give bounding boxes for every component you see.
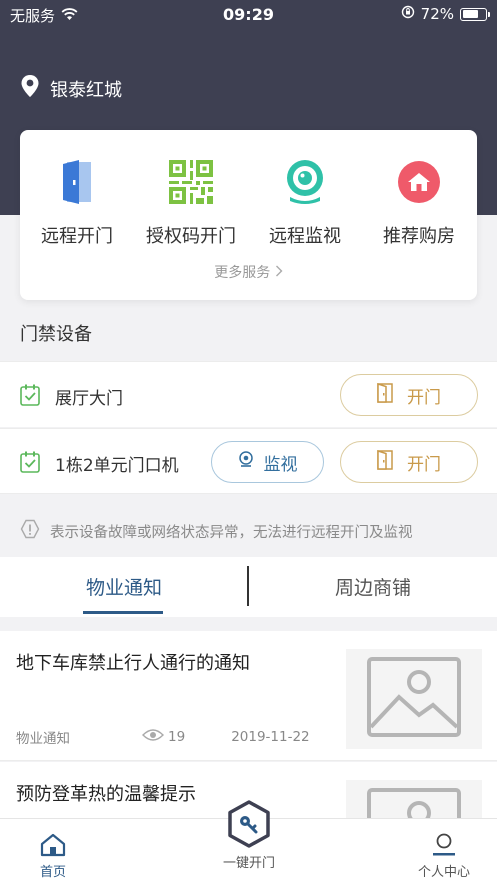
news-category: 物业通知: [16, 731, 70, 747]
door-icon: [53, 158, 101, 206]
webcam-icon: [281, 158, 329, 206]
device-ok-icon: [20, 451, 40, 477]
services-card: 远程开门 授权码开门 远程监视 推荐购房 更多服务: [20, 130, 477, 300]
battery-icon: [460, 7, 490, 21]
news-date: 2019-11-22: [231, 729, 310, 745]
news-title: 地下车库禁止行人通行的通知: [16, 653, 250, 674]
open-door-label: 开门: [407, 454, 441, 475]
news-title: 预防登革热的温馨提示: [16, 784, 196, 805]
location-name: 银泰红城: [50, 79, 122, 101]
image-placeholder-icon: [367, 657, 461, 741]
chevron-right-icon: [275, 265, 283, 281]
orientation-lock-icon: [401, 5, 415, 23]
service-remote-open[interactable]: 远程开门: [20, 158, 134, 248]
tabbar-home-label: 首页: [39, 865, 66, 880]
more-services-label: 更多服务: [214, 265, 271, 281]
tabbar-profile-label: 个人中心: [417, 865, 470, 880]
door-open-icon: [377, 382, 393, 408]
tabbar-key-label: 一键开门: [222, 856, 275, 871]
warning-icon: [20, 519, 40, 543]
tabbar-one-key-open[interactable]: 一键开门: [208, 852, 290, 871]
one-key-open-button[interactable]: [227, 800, 271, 848]
open-door-label: 开门: [407, 387, 441, 408]
status-bar: 无服务 09:29 72%: [0, 0, 497, 30]
device-row: 1栋2单元门口机 监视 开门: [0, 428, 497, 494]
home-icon: [24, 833, 82, 861]
battery-percent: 72%: [420, 5, 454, 23]
qr-code-icon: [167, 158, 215, 206]
more-services-link[interactable]: 更多服务: [20, 262, 477, 282]
service-label: 推荐购房: [383, 226, 455, 247]
tab-nearby-shops[interactable]: 周边商铺: [249, 573, 497, 600]
open-door-button[interactable]: 开门: [340, 374, 478, 416]
news-item[interactable]: 地下车库禁止行人通行的通知 物业通知 19 2019-11-22: [0, 631, 497, 761]
tab-property-notice[interactable]: 物业通知: [0, 573, 248, 600]
service-label: 远程监视: [269, 226, 341, 247]
device-ok-icon: [20, 384, 40, 410]
door-open-icon: [377, 449, 393, 475]
devices-section-title: 门禁设备: [20, 324, 92, 345]
eye-icon: [142, 728, 164, 746]
news-meta: 物业通知 19 2019-11-22: [16, 727, 310, 747]
news-thumbnail: [346, 649, 482, 749]
news-thumbnail: [346, 780, 482, 821]
device-name: 1栋2单元门口机: [55, 456, 179, 476]
device-warning-note: 表示设备故障或网络状态异常，无法进行远程开门及监视: [20, 519, 413, 543]
service-label: 授权码开门: [146, 226, 236, 247]
service-remote-monitor[interactable]: 远程监视: [248, 158, 362, 248]
webcam-small-icon: [238, 450, 254, 474]
monitor-label: 监视: [263, 454, 298, 475]
tabbar-home[interactable]: 首页: [24, 833, 82, 880]
person-icon: [410, 833, 478, 861]
open-door-button[interactable]: 开门: [340, 441, 478, 483]
service-auth-code-open[interactable]: 授权码开门: [134, 158, 248, 248]
warning-text: 表示设备故障或网络状态异常，无法进行远程开门及监视: [50, 524, 413, 541]
key-icon: [227, 800, 271, 852]
active-tab-indicator: [83, 611, 163, 614]
monitor-button[interactable]: 监视: [211, 441, 324, 483]
location-selector[interactable]: 银泰红城: [20, 74, 122, 103]
image-placeholder-icon: [367, 788, 461, 821]
news-views: 19: [168, 729, 186, 745]
device-name: 展厅大门: [55, 389, 123, 409]
location-pin-icon: [20, 74, 40, 103]
device-row: 展厅大门 开门: [0, 361, 497, 427]
house-icon: [395, 158, 443, 206]
news-tabs: 物业通知 周边商铺: [0, 557, 497, 617]
tabbar-profile[interactable]: 个人中心: [410, 833, 478, 880]
service-label: 远程开门: [41, 226, 113, 247]
service-recommend-house[interactable]: 推荐购房: [362, 158, 476, 248]
